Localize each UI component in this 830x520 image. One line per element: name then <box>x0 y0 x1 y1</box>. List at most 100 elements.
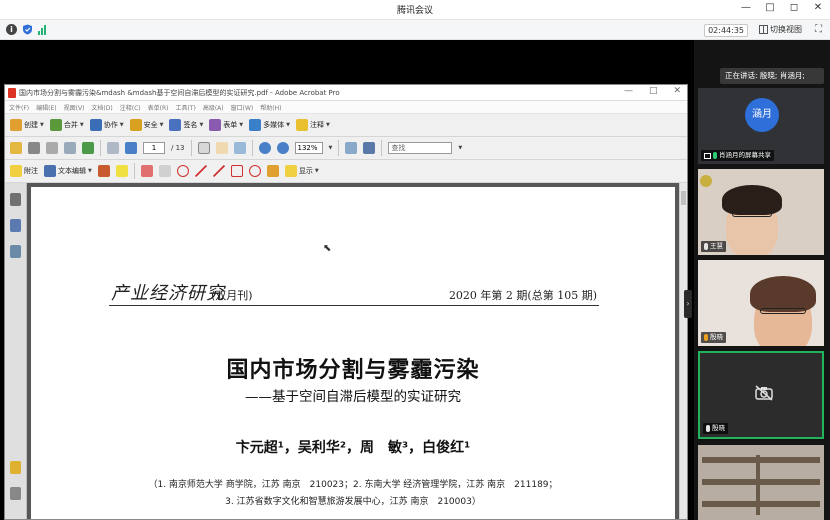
text-box-icon[interactable] <box>158 165 171 177</box>
multimedia-button[interactable]: 多媒体 ▼ <box>249 119 290 131</box>
sticky-note-button[interactable]: 附注 <box>10 165 38 177</box>
avatar: 涵月 <box>745 98 779 132</box>
info-icon[interactable]: i <box>6 24 17 35</box>
multimedia-label: 多媒体 <box>263 121 285 129</box>
page-view[interactable]: 产业经济研究 (双月刊) 2020 年第 2 期(总第 105 期) 国内市场分… <box>27 183 679 519</box>
secure-button[interactable]: 安全 ▼ <box>129 119 163 131</box>
page-number-input[interactable]: 1 <box>143 142 165 154</box>
pages-icon[interactable] <box>10 193 21 206</box>
zoom-level-field[interactable]: 132% <box>294 142 323 154</box>
menu-comments[interactable]: 注释(C) <box>120 103 141 112</box>
fit-width-icon[interactable] <box>363 142 376 154</box>
maximize-button[interactable]: ◻ <box>788 2 800 13</box>
stamp-icon[interactable] <box>97 165 110 177</box>
acrobat-maximize-button[interactable]: □ <box>649 86 658 96</box>
menu-file[interactable]: 文件(F) <box>9 103 29 112</box>
find-input[interactable]: 查找 <box>388 142 453 154</box>
attachment-icon[interactable] <box>10 487 21 500</box>
background-shelf <box>756 455 760 515</box>
text-edit-button[interactable]: 文本编辑 ▼ <box>44 165 92 177</box>
cloud-shape-icon[interactable] <box>176 165 189 177</box>
comment-button[interactable]: 注释 ▼ <box>296 119 330 131</box>
open-folder-icon[interactable] <box>10 142 22 154</box>
mouse-cursor-icon: ⬉ <box>323 243 332 254</box>
forms-button[interactable]: 表单 ▼ <box>209 119 243 131</box>
print-icon[interactable] <box>28 142 40 154</box>
menu-help[interactable]: 帮助(H) <box>260 103 281 112</box>
issue-number: 2020 年第 2 期(总第 105 期) <box>448 289 597 302</box>
participant-name: 殷晓 <box>712 424 725 432</box>
rectangle-tool-icon[interactable] <box>230 165 243 177</box>
acrobat-close-button[interactable]: ✕ <box>673 86 681 96</box>
close-button[interactable]: ✕ <box>812 2 824 13</box>
menu-window[interactable]: 窗口(W) <box>231 103 254 112</box>
toolbar-separator <box>251 140 253 156</box>
line-tool-icon[interactable] <box>212 165 225 177</box>
menu-document[interactable]: 文档(D) <box>91 103 112 112</box>
menu-view[interactable]: 视图(V) <box>64 103 85 112</box>
camera-off-icon <box>755 385 773 401</box>
bookmarks-icon[interactable] <box>10 219 21 232</box>
collapse-panel-handle[interactable]: › <box>684 290 692 318</box>
fit-page-icon[interactable] <box>345 142 358 154</box>
hand-tool-icon[interactable] <box>215 142 228 154</box>
arrow-tool-icon[interactable] <box>194 165 207 177</box>
create-button[interactable]: 创建 ▼ <box>10 119 44 131</box>
video-tile[interactable]: 殷晓 <box>698 260 824 346</box>
fullscreen-icon[interactable]: ⛶ <box>815 24 822 35</box>
video-tile-active[interactable]: 殷晓 <box>698 351 824 439</box>
previous-page-icon[interactable] <box>107 142 119 154</box>
menu-edit[interactable]: 编辑(E) <box>36 103 56 112</box>
zoom-in-icon[interactable] <box>276 142 289 154</box>
pencil-tool-icon[interactable] <box>266 165 279 177</box>
comments-list-icon[interactable] <box>10 461 21 474</box>
web-icon[interactable] <box>82 142 94 154</box>
video-tile[interactable] <box>698 445 824 520</box>
acrobat-window: 国内市场分割与雾霾污染&mdash &mdash基于空间自滞后模型的实证研究.p… <box>4 84 688 520</box>
find-dropdown-icon[interactable]: ▼ <box>458 145 462 151</box>
meeting-status-bar: i 02:44:35 切换视图 ⛶ <box>0 20 830 40</box>
signal-strength-icon[interactable] <box>38 24 49 35</box>
next-page-icon[interactable] <box>125 142 137 154</box>
menu-forms[interactable]: 表单(R) <box>148 103 169 112</box>
video-tile[interactable]: 涵月 肖涵月的屏幕共享 <box>698 88 824 164</box>
participants-panel: 正在讲话: 殷晓; 肖涵月; 涵月 肖涵月的屏幕共享 王慧 殷晓 殷晓 <box>694 40 830 520</box>
combine-button[interactable]: 合并 ▼ <box>49 119 84 131</box>
video-tile[interactable]: 王慧 <box>698 169 824 255</box>
pen-icon <box>169 119 182 131</box>
zoom-out-icon[interactable] <box>258 142 271 154</box>
oval-tool-icon[interactable] <box>248 165 261 177</box>
forms-label: 表单 <box>223 121 238 129</box>
sticky-note-label: 附注 <box>24 167 38 175</box>
author-list: 卞元超¹，吴利华²，周 敏³，白俊红¹ <box>235 440 471 456</box>
select-cursor-icon[interactable] <box>197 142 210 154</box>
tile-name-label: 王慧 <box>701 241 726 252</box>
email-icon[interactable] <box>64 142 76 154</box>
switch-view-button[interactable]: 切换视图 <box>759 24 802 35</box>
text-edit-icon <box>44 165 56 177</box>
form-icon <box>209 119 222 131</box>
vertical-scrollbar[interactable] <box>679 183 687 519</box>
background-shelf <box>702 479 820 485</box>
sign-button[interactable]: 签名 ▼ <box>169 119 203 131</box>
acrobat-menu-bar: 文件(F) 编辑(E) 视图(V) 文档(D) 注释(C) 表单(R) 工具(T… <box>5 101 687 114</box>
minimize-button[interactable]: — <box>740 2 752 13</box>
restore-button[interactable]: □ <box>764 2 776 13</box>
signatures-icon[interactable] <box>10 245 21 258</box>
highlight-icon[interactable] <box>115 165 128 177</box>
collaborate-button[interactable]: 协作 ▼ <box>89 119 124 131</box>
menu-tools[interactable]: 工具(T) <box>175 103 195 112</box>
acrobat-window-controls: — □ ✕ <box>624 86 681 96</box>
save-icon[interactable] <box>46 142 58 154</box>
acrobat-minimize-button[interactable]: — <box>624 86 633 96</box>
menu-advanced[interactable]: 高级(A) <box>203 103 224 112</box>
show-button[interactable]: 显示 ▼ <box>284 165 319 177</box>
scrollbar-thumb[interactable] <box>681 191 686 205</box>
callout-icon[interactable] <box>140 165 153 177</box>
zoom-dropdown-icon[interactable]: ▼ <box>329 145 333 151</box>
tile-name-label: 殷晓 <box>703 423 728 434</box>
grid-view-icon <box>759 25 768 34</box>
document-area: 产业经济研究 (双月刊) 2020 年第 2 期(总第 105 期) 国内市场分… <box>5 183 687 519</box>
shield-icon[interactable] <box>22 24 33 35</box>
marquee-zoom-icon[interactable] <box>233 142 246 154</box>
